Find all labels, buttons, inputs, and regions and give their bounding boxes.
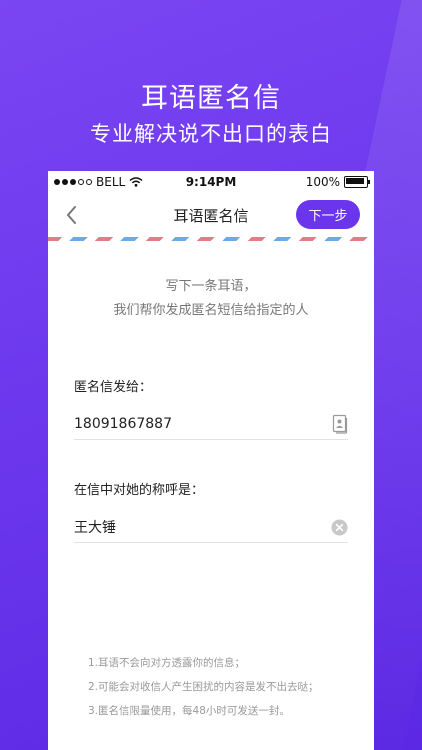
battery-percent: 100% (305, 175, 340, 189)
recipient-label: 匿名信发给： (74, 380, 153, 395)
next-step-button[interactable]: 下一步 (296, 200, 360, 229)
intro-line-1: 写下一条耳语， (165, 279, 257, 294)
signal-icon (54, 179, 92, 185)
wifi-icon (129, 177, 143, 187)
nav-bar: 耳语匿名信 下一步 (48, 193, 374, 237)
intro-text: 写下一条耳语， 我们帮你发成匿名短信给指定的人 (48, 275, 374, 323)
salutation-input[interactable]: 王大锤 (74, 517, 331, 537)
note-item: 1.耳语不会向对方透露你的信息； (88, 657, 246, 669)
recipient-input-row: 18091867887 (74, 409, 348, 440)
promo-subtitle: 专业解决说不出口的表白 (90, 122, 332, 146)
battery-icon (344, 176, 370, 188)
salutation-field: 在信中对她的称呼是： 王大锤 (74, 479, 348, 543)
airmail-border (48, 237, 374, 241)
contacts-book-icon[interactable] (332, 414, 348, 434)
recipient-phone-input[interactable]: 18091867887 (74, 416, 332, 432)
salutation-input-row: 王大锤 (74, 512, 348, 543)
status-bar: BELL 9:14PM 100% (48, 171, 374, 193)
note-item: 2.可能会对收信人产生困扰的内容是发不出去哒； (88, 681, 319, 693)
salutation-label: 在信中对她的称呼是： (74, 483, 205, 498)
intro-line-2: 我们帮你发成匿名短信给指定的人 (113, 303, 309, 318)
promo-title: 耳语匿名信 (141, 83, 281, 114)
note-item: 3.匿名信限量使用，每48小时可发送一封。 (88, 705, 290, 717)
clear-input-icon[interactable] (331, 518, 348, 536)
phone-screen: BELL 9:14PM 100% 耳语匿名信 下一步 写下一条耳语， 我们帮你发… (48, 171, 374, 750)
notes-list: 1.耳语不会向对方透露你的信息； 2.可能会对收信人产生困扰的内容是发不出去哒；… (88, 651, 319, 723)
back-chevron-icon[interactable] (62, 203, 82, 227)
recipient-field: 匿名信发给： 18091867887 (74, 376, 348, 440)
carrier-name: BELL (96, 175, 126, 189)
